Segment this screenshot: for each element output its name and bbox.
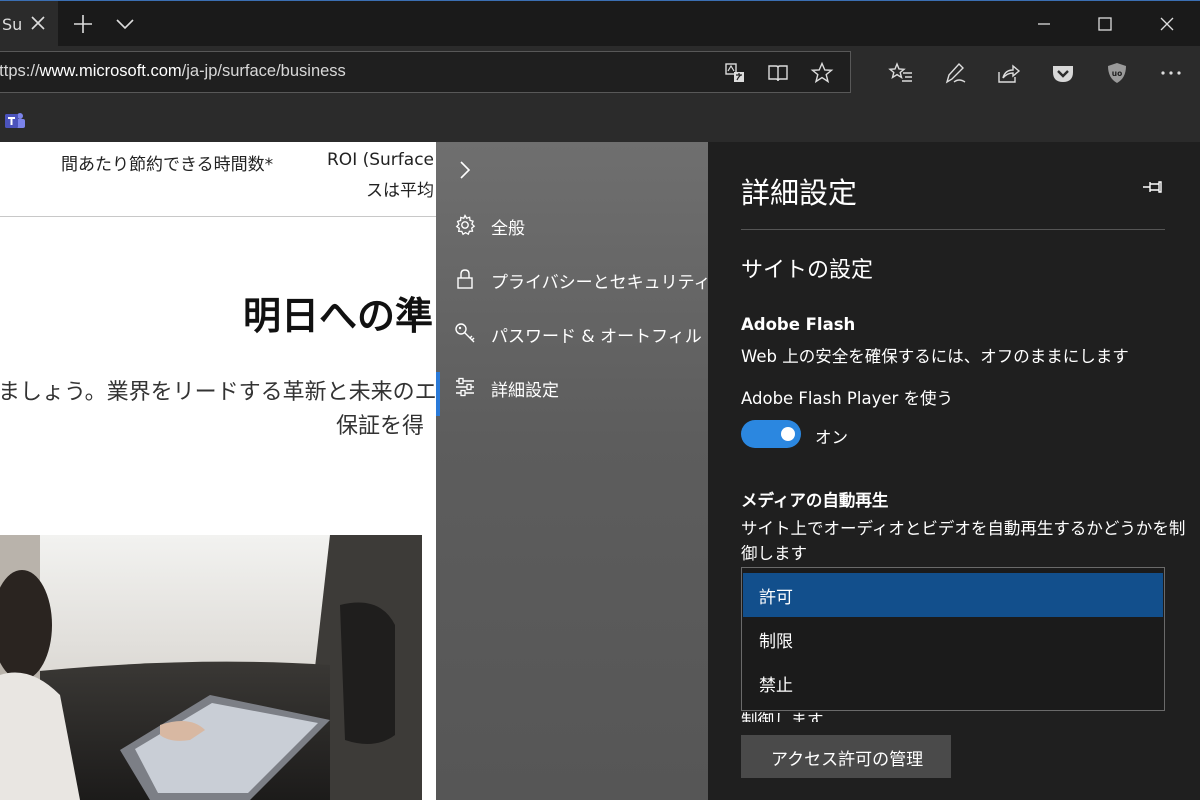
sliders-icon	[456, 377, 474, 397]
dropdown-option-block[interactable]: 禁止	[743, 661, 1163, 705]
option-label: 許可	[759, 588, 793, 608]
button-label: アクセス許可の管理	[771, 750, 924, 770]
settings-nav-passwords[interactable]: パスワード & オートフィル	[436, 310, 708, 356]
browser-tab[interactable]: Su	[0, 1, 58, 47]
section-site-settings: サイトの設定	[741, 258, 874, 283]
settings-nav-general[interactable]: 全般	[436, 202, 708, 248]
settings-nav-passwords-label: パスワード & オートフィル	[491, 327, 702, 347]
url-prefix: https://	[0, 62, 40, 80]
close-window-icon[interactable]	[1147, 9, 1187, 39]
option-label: 禁止	[759, 676, 793, 696]
pin-pane-icon[interactable]	[1141, 176, 1167, 198]
key-icon	[455, 323, 475, 343]
gear-icon	[455, 214, 476, 236]
url-host: www.microsoft.com	[39, 62, 182, 80]
lock-icon	[457, 269, 473, 289]
pocket-icon[interactable]	[1050, 60, 1076, 86]
svg-text:uo: uo	[1112, 69, 1123, 78]
settings-nav-general-label: 全般	[491, 219, 525, 239]
media-autoplay-description: サイト上でオーディオとビデオを自動再生するかどうかを制	[741, 519, 1186, 538]
reading-view-icon[interactable]	[766, 61, 790, 85]
flash-description: Web 上の安全を確保するには、オフのままにします	[741, 347, 1129, 366]
settings-nav-advanced[interactable]: 詳細設定	[436, 364, 708, 416]
close-tab-icon[interactable]	[28, 13, 48, 33]
address-bar[interactable]: https://www.microsoft.com/ja-jp/surface/…	[0, 51, 851, 93]
page-body-text-line2: 保証を得	[336, 414, 425, 439]
flash-toggle-state: オン	[815, 428, 848, 447]
web-page-content: 間あたり節約できる時間数* ROI (Surface スは平均 明日への準 まし…	[0, 142, 436, 800]
favorites-bar	[0, 100, 1200, 142]
media-autoplay-description-line2: 御します	[741, 544, 807, 563]
share-icon[interactable]	[995, 60, 1021, 86]
url-path: /ja-jp/surface/business	[181, 62, 346, 80]
divider	[0, 216, 436, 217]
settings-nav-privacy[interactable]: プライバシーとセキュリティ	[436, 256, 711, 302]
tab-strip: Su	[0, 0, 1200, 47]
tab-title: Su	[2, 14, 23, 34]
dropdown-option-allow[interactable]: 許可	[743, 573, 1163, 617]
dropdown-option-limit[interactable]: 制限	[743, 617, 1163, 661]
obscured-text-value: 制御します	[741, 711, 824, 722]
more-menu-icon[interactable]	[1158, 60, 1184, 86]
manage-permissions-button[interactable]: アクセス許可の管理	[741, 735, 951, 778]
ublock-origin-icon[interactable]: uo	[1104, 60, 1130, 86]
tab-preview-chevron-icon[interactable]	[112, 11, 138, 37]
active-indicator	[436, 372, 440, 416]
favorite-star-icon[interactable]	[810, 61, 834, 85]
media-autoplay-dropdown[interactable]: 許可 制限 禁止	[741, 567, 1165, 711]
minimize-icon[interactable]	[1024, 9, 1064, 39]
title-divider	[741, 229, 1165, 230]
new-tab-icon[interactable]	[70, 11, 96, 37]
settings-nav-advanced-label: 詳細設定	[491, 381, 559, 401]
page-body-text: ましょう。業界をリードする革新と未来のエク	[0, 380, 436, 405]
maximize-icon[interactable]	[1085, 9, 1125, 39]
stat-label-roi-line2: スは平均	[366, 181, 434, 201]
advanced-settings-pane: 詳細設定 サイトの設定 Adobe Flash Web 上の安全を確保するには、…	[708, 142, 1200, 800]
collapse-pane-chevron-icon[interactable]	[455, 159, 475, 181]
address-url[interactable]: https://www.microsoft.com/ja-jp/surface/…	[0, 62, 346, 81]
stat-label-roi: ROI (Surface	[327, 150, 435, 170]
stat-label-time-saved: 間あたり節約できる時間数*	[61, 155, 274, 175]
settings-nav-privacy-label: プライバシーとセキュリティ	[491, 273, 711, 293]
flash-toggle-switch[interactable]	[741, 420, 801, 448]
teams-icon[interactable]	[3, 109, 27, 133]
pen-notes-icon[interactable]	[942, 60, 968, 86]
media-autoplay-heading: メディアの自動再生	[741, 491, 889, 510]
flash-toggle-label: Adobe Flash Player を使う	[741, 389, 954, 408]
pane-title: 詳細設定	[741, 176, 858, 210]
navigation-toolbar: https://www.microsoft.com/ja-jp/surface/…	[0, 46, 1200, 100]
flash-heading: Adobe Flash	[741, 315, 856, 334]
favorites-hub-icon[interactable]	[888, 60, 914, 86]
option-label: 制限	[759, 632, 793, 652]
product-photo	[0, 535, 422, 800]
toggle-knob	[781, 427, 795, 441]
page-heading: 明日への準	[243, 294, 434, 338]
settings-nav-pane: 全般 プライバシーとセキュリティ パスワード & オートフィル 詳細設定	[436, 142, 711, 800]
translate-icon[interactable]	[723, 61, 747, 85]
